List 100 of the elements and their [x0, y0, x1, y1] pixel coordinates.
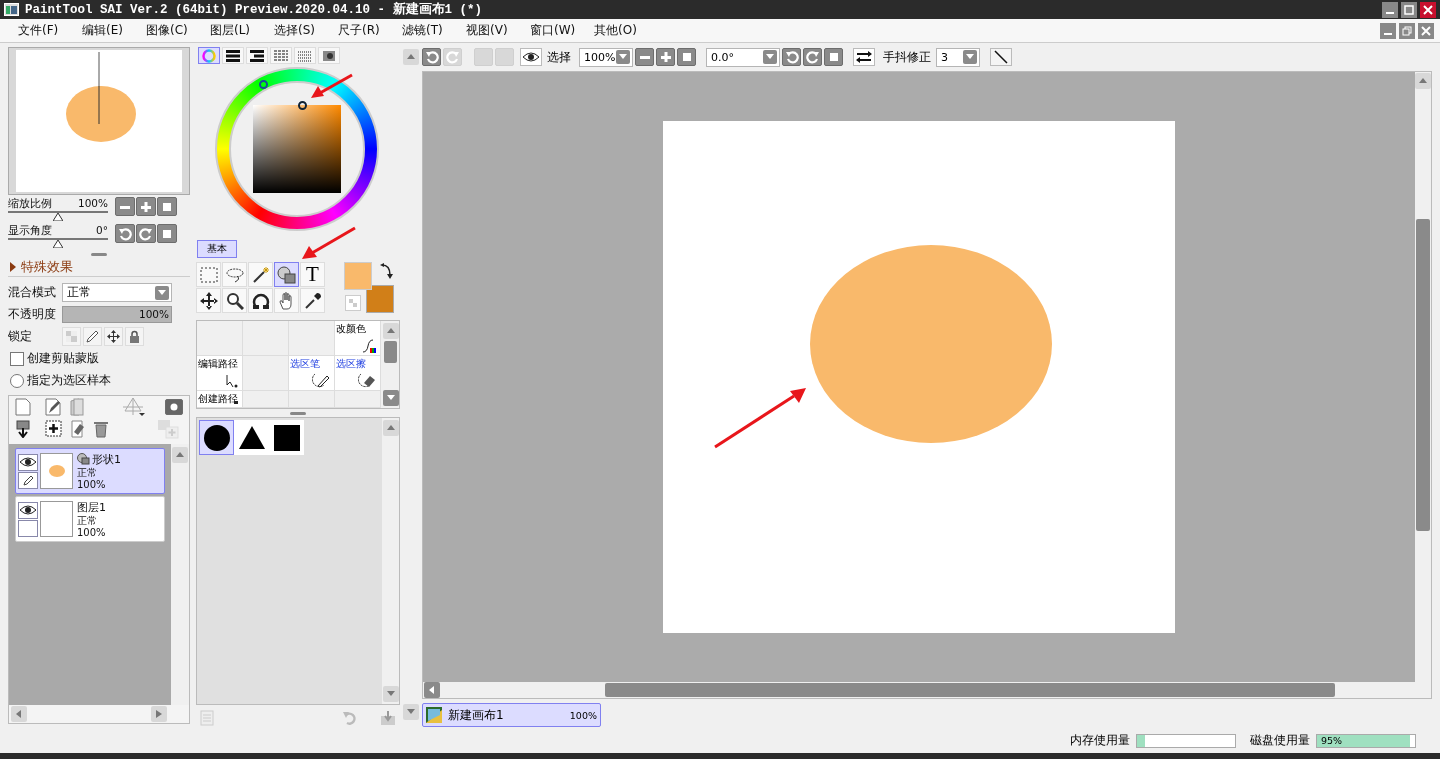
rotate-tool[interactable] — [248, 288, 273, 314]
square-shape-option[interactable] — [269, 420, 304, 456]
menu-item[interactable]: 图像(C) — [146, 22, 210, 40]
background-color-swatch[interactable] — [366, 285, 394, 314]
lock-drawing-button[interactable] — [83, 327, 102, 347]
rotate-right-button[interactable] — [136, 224, 156, 244]
color-panel-tab[interactable]: 基本 — [197, 240, 237, 259]
shape-tool[interactable] — [274, 262, 299, 288]
plus-icon — [659, 51, 672, 64]
sub-tool[interactable]: 改颜色 — [335, 321, 381, 357]
reset-button[interactable] — [824, 48, 843, 67]
mask-button[interactable] — [165, 399, 183, 416]
menu-item[interactable]: 窗口(W) — [530, 22, 594, 40]
pen-layer-icon[interactable] — [45, 398, 63, 417]
edit-toggle[interactable] — [18, 519, 38, 537]
opacity-slider[interactable]: 100% — [62, 306, 172, 324]
menu-item[interactable]: 其他(O) — [594, 22, 658, 40]
scratchpad-mode-tab[interactable] — [318, 47, 340, 65]
layer-item[interactable]: 形状1 正常 100% — [15, 448, 165, 495]
color-marker[interactable] — [298, 101, 307, 111]
scrollbar[interactable] — [382, 418, 399, 705]
layer-name: 图层1 — [77, 499, 106, 515]
slider-thumb[interactable] — [53, 240, 63, 249]
menu-item[interactable]: 文件(F) — [18, 22, 82, 40]
maximize-button[interactable] — [1401, 1, 1417, 18]
checkbox[interactable] — [10, 351, 24, 366]
trash-icon[interactable] — [93, 420, 109, 439]
minimize-button[interactable] — [1382, 1, 1398, 18]
flip-horizontal-button[interactable] — [853, 48, 875, 67]
edit-toggle[interactable] — [18, 471, 38, 489]
foreground-color-swatch[interactable] — [344, 262, 372, 291]
menu-item[interactable]: 选择(S) — [274, 22, 338, 40]
merge-down-icon[interactable] — [15, 420, 31, 439]
scroll-thumb[interactable] — [384, 341, 397, 364]
menu-item[interactable]: 编辑(E) — [82, 22, 146, 40]
lasso-tool[interactable] — [222, 262, 247, 288]
move-tool[interactable] — [196, 288, 221, 314]
scrollbar[interactable] — [382, 321, 399, 409]
transparent-color-icon[interactable] — [345, 295, 361, 312]
menu-item[interactable]: 滤镜(T) — [402, 22, 466, 40]
slider-label: 缩放比例 — [8, 197, 52, 212]
rotate-left-button[interactable] — [422, 48, 441, 67]
magnifier-tool[interactable] — [222, 288, 247, 314]
sub-tool[interactable]: 编辑路径 — [197, 356, 243, 392]
hand-tool[interactable] — [274, 288, 299, 314]
angle-select[interactable]: 0.0° — [706, 47, 780, 67]
zoom-in-button[interactable] — [656, 48, 675, 67]
rgb-mode-tab[interactable] — [222, 47, 244, 65]
sub-tool[interactable]: 选区擦 — [335, 356, 381, 392]
blend-mode-select[interactable]: 正常 — [62, 283, 172, 303]
hue-marker[interactable] — [259, 80, 268, 90]
canvas-tab[interactable]: 新建画布1 100% — [422, 703, 601, 728]
view-toggle-button[interactable] — [520, 48, 542, 67]
rotate-right-button[interactable] — [803, 48, 822, 67]
visibility-toggle[interactable] — [18, 501, 38, 519]
scroll-right-button[interactable] — [151, 706, 167, 723]
zoom-out-button[interactable] — [115, 197, 135, 217]
reset-button[interactable] — [157, 224, 177, 244]
minimize-icon — [1384, 33, 1392, 36]
scroll-left-button[interactable] — [11, 706, 27, 723]
slider-value: 100% — [77, 197, 108, 212]
square-shape-icon — [273, 424, 300, 451]
stabilizer-select[interactable]: 3 — [936, 47, 980, 67]
rotate-left-button[interactable] — [782, 48, 801, 67]
slider-thumb[interactable] — [53, 213, 63, 222]
slider[interactable]: 显示角度 0° — [8, 224, 108, 250]
visibility-toggle[interactable] — [18, 453, 38, 471]
scroll-down-button[interactable] — [403, 704, 419, 721]
eyedropper-tool[interactable] — [300, 288, 325, 314]
menu-item[interactable]: 视图(V) — [466, 22, 530, 40]
scroll-up-button[interactable] — [403, 49, 419, 66]
lock-position-button[interactable] — [104, 327, 123, 347]
scroll-up-button[interactable] — [172, 447, 188, 464]
reset-button[interactable] — [677, 48, 696, 67]
line-tool-button[interactable] — [990, 48, 1012, 67]
menu-item[interactable]: 图层(L) — [210, 22, 274, 40]
add-layer-icon[interactable] — [45, 420, 63, 439]
rotate-left-button[interactable] — [115, 224, 135, 244]
effects-header[interactable]: 特殊效果 — [8, 259, 190, 278]
layer-item[interactable]: 图层1 正常 100% — [15, 496, 165, 543]
radio-button[interactable] — [10, 373, 24, 388]
text-tool[interactable]: T — [300, 262, 325, 288]
zoom-out-button[interactable] — [635, 48, 654, 67]
swatches-mode-tab[interactable] — [270, 47, 292, 65]
triangle-shape-option[interactable] — [234, 420, 269, 456]
slider[interactable]: 缩放比例 100% — [8, 197, 108, 223]
sub-tool[interactable]: 选区笔 — [289, 356, 335, 392]
reset-button[interactable] — [157, 197, 177, 217]
magic-wand-tool[interactable] — [248, 262, 273, 288]
zoom-select[interactable]: 100% — [579, 47, 633, 67]
blend-mode: 正常 — [77, 466, 98, 479]
lock-all-button[interactable] — [125, 327, 144, 347]
eraser-icon[interactable] — [69, 420, 87, 439]
close-button[interactable] — [1420, 1, 1436, 18]
circle-shape-option[interactable] — [199, 420, 234, 456]
hsv-mode-tab[interactable] — [246, 47, 268, 65]
zoom-in-button[interactable] — [136, 197, 156, 217]
scroll-left-icon — [16, 710, 22, 719]
menu-item[interactable]: 尺子(R) — [338, 22, 402, 40]
perspective-icon[interactable] — [121, 397, 145, 418]
